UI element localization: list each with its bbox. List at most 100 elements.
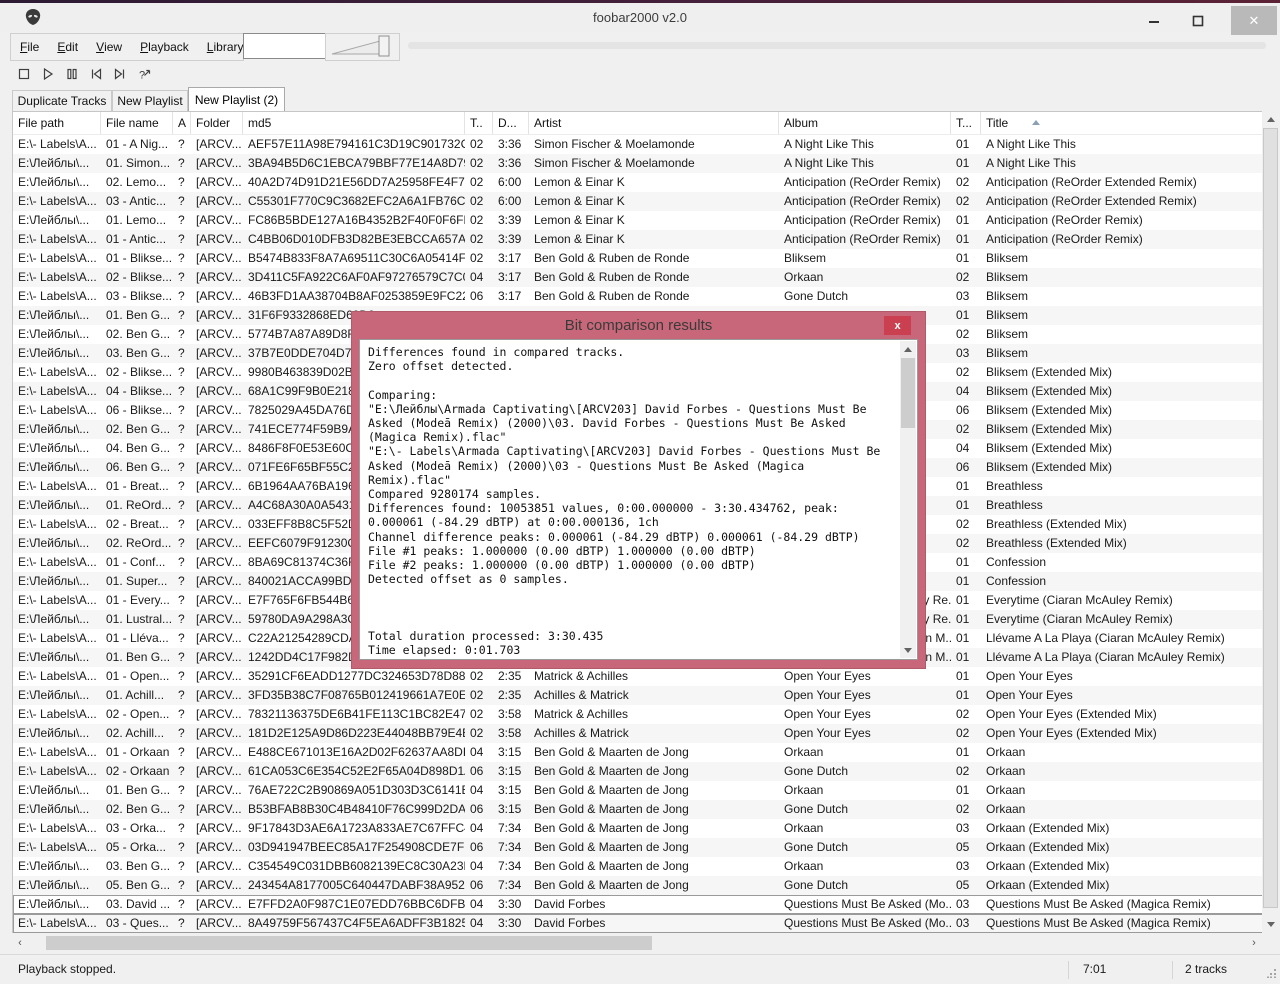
volume-slider[interactable] [325,33,400,61]
cell: 01 [956,251,970,265]
menu-playback[interactable]: Playback [131,34,198,60]
column-header-md5[interactable]: md5 [243,112,465,134]
table-row[interactable]: E:\- Labels\A... 03 - Orka...? [ARCV... 9F1… [13,819,1262,838]
cell: 3:17 [498,289,522,303]
tab-new-playlist[interactable]: New Playlist [112,90,188,111]
cell: Ben Gold & Maarten de Jong [534,783,689,797]
pause-button[interactable] [60,62,84,86]
table-row[interactable]: E:\- Labels\A... 01 - A Nig...? [ARCV... AE… [13,135,1262,154]
cell: 02 [470,726,484,740]
table-row[interactable]: E:\Лейблы\... 01. Simon...? [ARCV... 3BA94B… [13,154,1262,173]
cell: 3BA94B5D6C1EBCA79BBF77E14A8D79C3 [248,156,465,170]
cell: 02 [470,156,484,170]
table-row[interactable]: E:\Лейблы\... 02. Achill...? [ARCV... 181D2… [13,724,1262,743]
column-header-t-[interactable]: T.. [465,112,493,134]
dialog-scrollbar[interactable] [900,341,916,658]
table-row[interactable]: E:\- Labels\A... 03 - Blikse...? [ARCV... 4… [13,287,1262,306]
dialog-scroll-up-icon[interactable] [900,341,916,357]
random-button[interactable]: ? [132,62,156,86]
cell: 05. Ben G... [106,878,171,892]
scroll-up-icon[interactable] [1262,111,1279,128]
cell: Questions Must Be Asked (Magica Remix) [986,897,1211,911]
column-header-artist[interactable]: Artist [529,112,779,134]
column-header-a[interactable]: A [173,112,191,134]
cell: [ARCV... [196,403,242,417]
column-header-title[interactable]: Title [981,112,1262,134]
play-button[interactable] [36,62,60,86]
column-header-album[interactable]: Album [779,112,951,134]
dialog-results-panel[interactable]: Differences found in compared tracks. Ze… [359,339,918,660]
cell: 76AE722C2B90869A051D303D3C6141BE [248,783,465,797]
cell: 02 [470,213,484,227]
cell: Bliksem [986,327,1029,341]
dialog-scroll-down-icon[interactable] [900,642,916,658]
table-row[interactable]: E:\Лейблы\... 02. Lemo...? [ARCV... 40A2D74… [13,173,1262,192]
previous-button[interactable] [84,62,108,86]
scroll-left-icon[interactable]: ‹ [12,935,28,951]
table-row[interactable]: E:\- Labels\A... 01 - Orkaan? [ARCV... E488… [13,743,1262,762]
table-row[interactable]: E:\- Labels\A... 05 - Orka...? [ARCV... 03D… [13,838,1262,857]
cell: [ARCV... [196,669,242,683]
cell: ? [178,574,185,588]
next-button[interactable] [108,62,132,86]
cell: 04 [470,916,484,930]
table-row[interactable]: E:\- Labels\A... 01 - Blikse...? [ARCV... B… [13,249,1262,268]
dialog-scroll-thumb[interactable] [901,358,915,428]
cell: ? [178,289,185,303]
cell: Orkaan [986,764,1026,778]
tab-new-playlist-2-[interactable]: New Playlist (2) [188,87,285,111]
table-row[interactable]: E:\- Labels\A... 01 - Open...? [ARCV... 352… [13,667,1262,686]
horizontal-scroll-thumb[interactable] [46,936,652,950]
table-row[interactable]: E:\- Labels\A... 02 - Blikse...? [ARCV... 3… [13,268,1262,287]
dialog-close-button[interactable]: x [884,316,911,335]
vertical-scroll-thumb[interactable] [1263,128,1278,908]
table-row[interactable]: E:\Лейблы\... 01. Ben G...? [ARCV... 76AE72… [13,781,1262,800]
table-row[interactable]: E:\Лейблы\... 03. Ben G...? [ARCV... C35454… [13,857,1262,876]
dialog-text: Differences found in compared tracks. Ze… [368,345,881,658]
dialog-close-icon: x [894,319,901,332]
table-row[interactable]: E:\- Labels\A... 02 - Open...? [ARCV... 783… [13,705,1262,724]
search-input[interactable] [243,33,329,59]
cell: 02 [956,536,970,550]
table-row[interactable]: E:\- Labels\A... 03 - Ques...? [ARCV... 8A4… [13,914,1262,933]
seekbar[interactable] [408,42,1266,49]
cell: Gone Dutch [784,289,849,303]
cell: E:\Лейблы\... [18,612,90,626]
resize-grip[interactable] [1267,967,1277,981]
horizontal-scrollbar[interactable]: ‹ › [12,935,1262,951]
menu-view[interactable]: View [87,34,131,60]
table-row[interactable]: E:\- Labels\A... 03 - Antic...? [ARCV... C5… [13,192,1262,211]
titlebar[interactable]: foobar2000 v2.0 ✕ [0,3,1280,35]
minimize-button[interactable] [1132,6,1176,35]
column-header-folder[interactable]: Folder [191,112,243,134]
table-row[interactable]: E:\Лейблы\... 05. Ben G...? [ARCV... 243454… [13,876,1262,895]
close-button[interactable]: ✕ [1231,6,1277,35]
cell: [ARCV... [196,327,242,341]
scroll-down-icon[interactable] [1262,916,1279,933]
table-row[interactable]: E:\- Labels\A... 02 - Orkaan? [ARCV... 61CA… [13,762,1262,781]
cell: Confession [986,574,1047,588]
menu-file[interactable]: File [11,34,48,60]
column-header-d-[interactable]: D... [493,112,529,134]
maximize-button[interactable] [1176,6,1220,35]
column-header-file-path[interactable]: File path [13,112,101,134]
table-row[interactable]: E:\- Labels\A... 01 - Antic...? [ARCV... C4… [13,230,1262,249]
dialog-title: Bit comparison results [564,317,713,334]
stop-button[interactable] [12,62,36,86]
menu-edit[interactable]: Edit [48,34,87,60]
column-header-file-name[interactable]: File name [101,112,173,134]
dialog-titlebar[interactable]: Bit comparison results [352,312,925,339]
table-row[interactable]: E:\Лейблы\... 02. Ben G...? [ARCV... B53BFA… [13,800,1262,819]
table-row[interactable]: E:\Лейблы\... 03. David ...? [ARCV... E7FFD… [13,895,1262,914]
column-header-t-[interactable]: T... [951,112,981,134]
cell: Breathless (Extended Mix) [986,517,1127,531]
scroll-right-icon[interactable]: › [1246,935,1262,951]
table-row[interactable]: E:\Лейблы\... 01. Lemo...? [ARCV... FC86B5B… [13,211,1262,230]
status-bar: Playback stopped. 7:01 2 tracks [0,954,1280,984]
tab-duplicate-tracks[interactable]: Duplicate Tracks [12,90,112,111]
cell: 01. Simon... [106,156,171,170]
cell: Gone Dutch [784,840,849,854]
cell: Orkaan [986,802,1026,816]
vertical-scrollbar[interactable] [1262,111,1279,933]
table-row[interactable]: E:\Лейблы\... 01. Achill...? [ARCV... 3FD35… [13,686,1262,705]
